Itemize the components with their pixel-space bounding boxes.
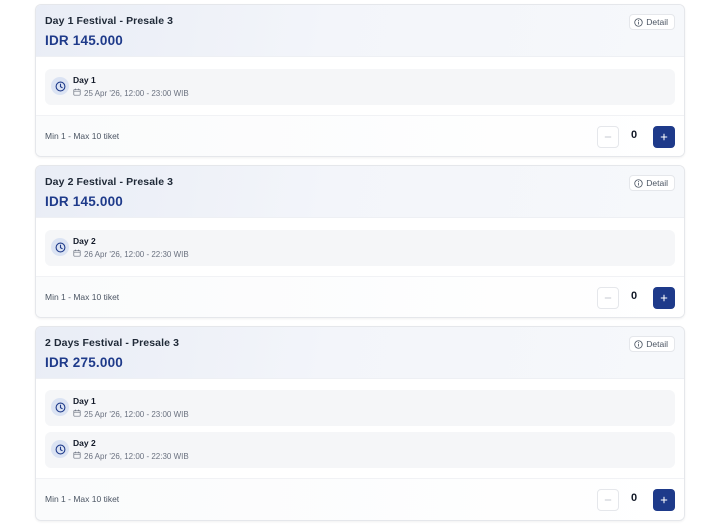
session-row: Day 2 26 Apr '26, 12:00 - 22:30 WIB: [45, 230, 675, 266]
ticket-title: 2 Days Festival - Presale 3: [45, 337, 180, 349]
session-day: Day 2: [73, 438, 96, 448]
ticket-header: Day 2 Festival - Presale 3 IDR 145.000 D…: [36, 166, 684, 218]
detail-label: Detail: [646, 339, 668, 349]
detail-label: Detail: [646, 178, 668, 188]
detail-button[interactable]: Detail: [629, 14, 675, 30]
session-row: Day 1 25 Apr '26, 12:00 - 23:00 WIB: [45, 69, 675, 105]
quantity-value: 0: [630, 492, 638, 504]
session-day: Day 2: [73, 236, 96, 246]
minus-icon: [604, 291, 612, 305]
ticket-card: Day 2 Festival - Presale 3 IDR 145.000 D…: [35, 165, 685, 318]
ticket-price: IDR 145.000: [45, 194, 123, 209]
session-date-text: 25 Apr '26, 12:00 - 23:00 WIB: [84, 88, 189, 98]
purchase-limit: Min 1 - Max 10 tiket: [45, 494, 120, 504]
increase-quantity-button[interactable]: [653, 287, 675, 309]
calendar-icon: [73, 409, 81, 419]
decrease-quantity-button[interactable]: [597, 126, 619, 148]
clock-icon: [51, 440, 69, 458]
ticket-title: Day 1 Festival - Presale 3: [45, 15, 174, 27]
session-date: 25 Apr '26, 12:00 - 23:00 WIB: [73, 88, 189, 98]
clock-icon: [51, 238, 69, 256]
ticket-header: 2 Days Festival - Presale 3 IDR 275.000 …: [36, 327, 684, 379]
session-row: Day 2 26 Apr '26, 12:00 - 22:30 WIB: [45, 432, 675, 468]
clock-icon: [51, 77, 69, 95]
detail-button[interactable]: Detail: [629, 175, 675, 191]
purchase-limit: Min 1 - Max 10 tiket: [45, 131, 120, 141]
calendar-icon: [73, 88, 81, 98]
ticket-card: Day 1 Festival - Presale 3 IDR 145.000 D…: [35, 4, 685, 157]
ticket-price: IDR 275.000: [45, 355, 123, 370]
plus-icon: [660, 491, 668, 509]
increase-quantity-button[interactable]: [653, 126, 675, 148]
info-icon: [634, 178, 643, 188]
session-date-text: 26 Apr '26, 12:00 - 22:30 WIB: [84, 451, 189, 461]
ticket-card: 2 Days Festival - Presale 3 IDR 275.000 …: [35, 326, 685, 521]
ticket-header: Day 1 Festival - Presale 3 IDR 145.000 D…: [36, 5, 684, 57]
detail-button[interactable]: Detail: [629, 336, 675, 352]
quantity-value: 0: [630, 290, 638, 302]
ticket-footer: Min 1 - Max 10 tiket 0: [36, 478, 684, 520]
decrease-quantity-button[interactable]: [597, 287, 619, 309]
ticket-title: Day 2 Festival - Presale 3: [45, 176, 174, 188]
session-row: Day 1 25 Apr '26, 12:00 - 23:00 WIB: [45, 390, 675, 426]
session-date: 26 Apr '26, 12:00 - 22:30 WIB: [73, 451, 189, 461]
session-date-text: 26 Apr '26, 12:00 - 22:30 WIB: [84, 249, 189, 259]
increase-quantity-button[interactable]: [653, 489, 675, 511]
minus-icon: [604, 130, 612, 144]
session-date: 26 Apr '26, 12:00 - 22:30 WIB: [73, 249, 189, 259]
session-date: 25 Apr '26, 12:00 - 23:00 WIB: [73, 409, 189, 419]
info-icon: [634, 339, 643, 349]
purchase-limit: Min 1 - Max 10 tiket: [45, 292, 120, 302]
decrease-quantity-button[interactable]: [597, 489, 619, 511]
quantity-value: 0: [630, 129, 638, 141]
calendar-icon: [73, 249, 81, 259]
info-icon: [634, 17, 643, 27]
minus-icon: [604, 493, 612, 507]
detail-label: Detail: [646, 17, 668, 27]
ticket-footer: Min 1 - Max 10 tiket 0: [36, 115, 684, 156]
plus-icon: [660, 289, 668, 307]
ticket-price: IDR 145.000: [45, 33, 123, 48]
calendar-icon: [73, 451, 81, 461]
ticket-footer: Min 1 - Max 10 tiket 0: [36, 276, 684, 317]
session-date-text: 25 Apr '26, 12:00 - 23:00 WIB: [84, 409, 189, 419]
session-day: Day 1: [73, 396, 96, 406]
clock-icon: [51, 398, 69, 416]
plus-icon: [660, 128, 668, 146]
session-day: Day 1: [73, 75, 96, 85]
